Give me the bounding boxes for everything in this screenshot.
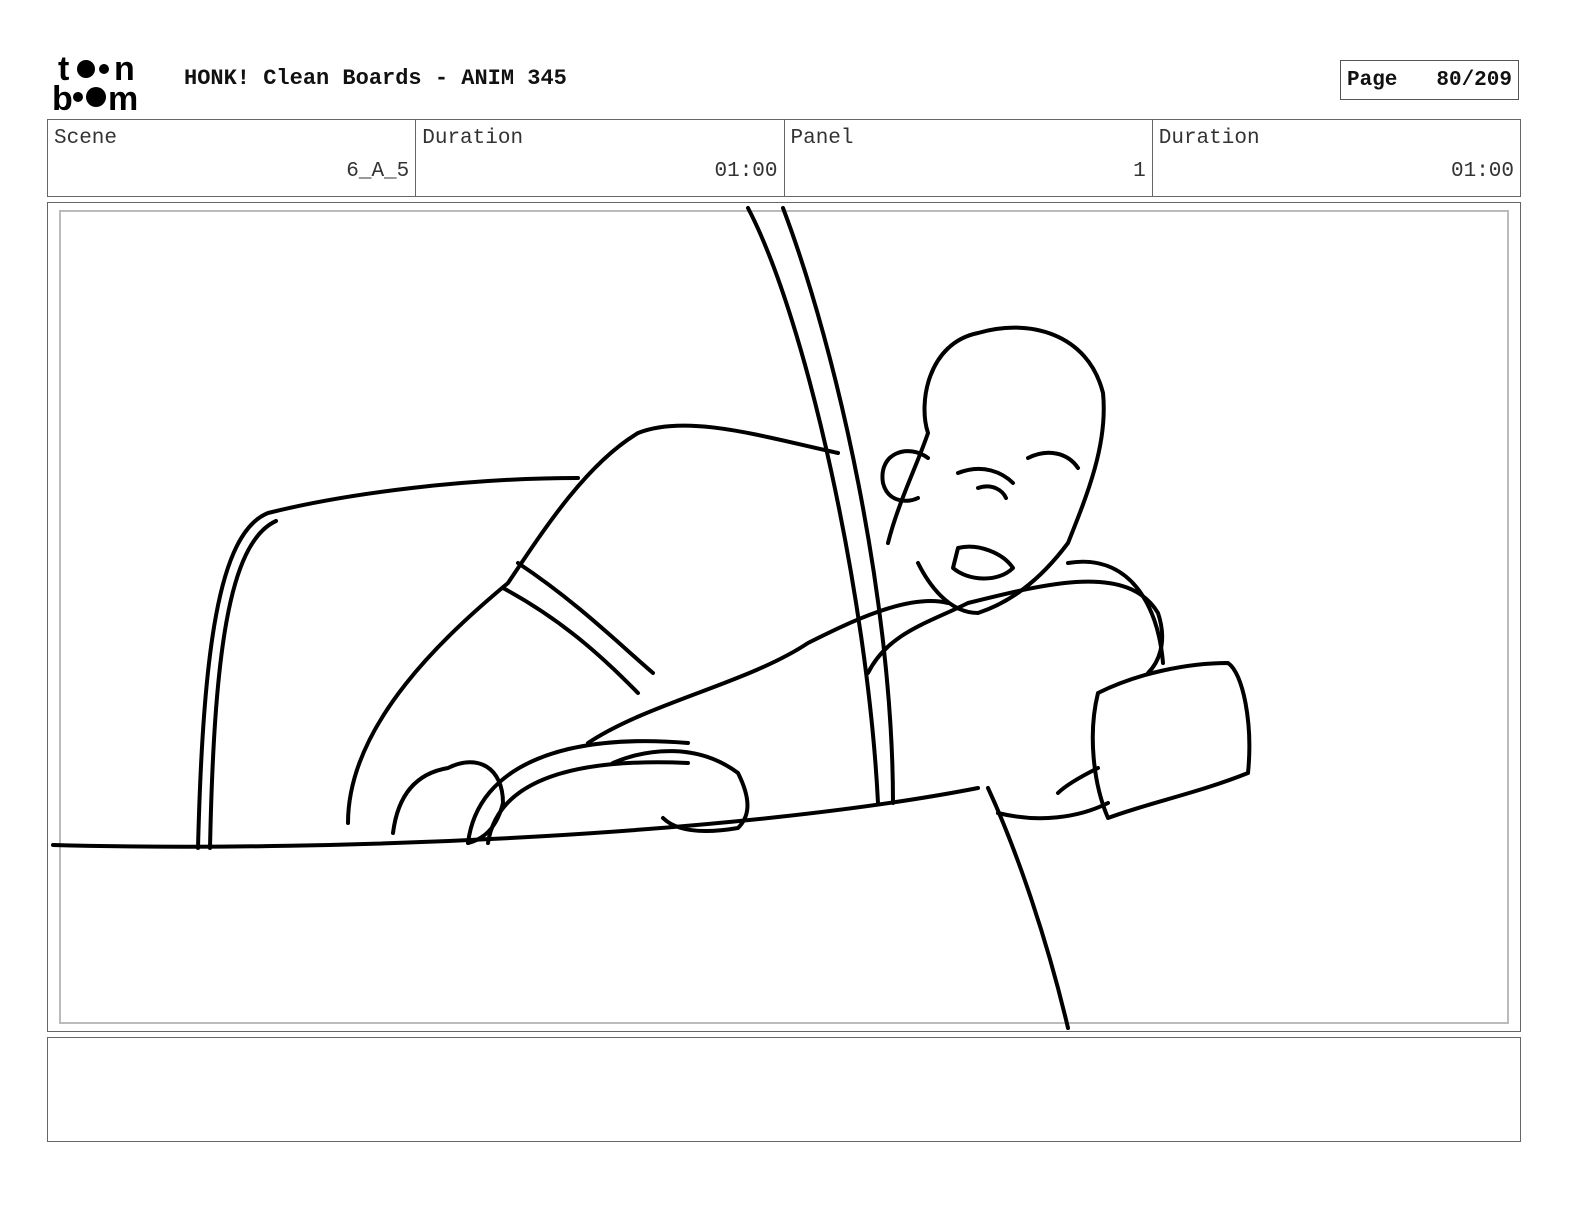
scene-duration-value: 01:00 [714,160,778,183]
panel-drawing [51,206,1252,1030]
toon-boom-logo: t n b m [52,50,138,112]
panel-label: Panel [790,127,854,150]
panel-info-table: Scene 6_A_5 Duration 01:00 Panel 1 Durat… [47,119,1521,197]
notes-box [47,1037,1521,1142]
page-label: Page [1347,68,1398,92]
svg-text:m: m [108,80,138,112]
scene-duration-label: Duration [422,127,524,150]
document-title: HONK! Clean Boards - ANIM 345 [184,66,567,91]
scene-label: Scene [54,127,118,150]
svg-text:b: b [52,80,73,112]
scene-cell: Scene 6_A_5 [48,120,417,196]
panel-value: 1 [1133,160,1146,183]
page-number: 80/209 [1436,68,1512,92]
storyboard-panel [47,202,1521,1032]
panel-duration-cell: Duration 01:00 [1153,120,1520,196]
scene-duration-cell: Duration 01:00 [416,120,785,196]
scene-value: 6_A_5 [346,160,410,183]
panel-duration-value: 01:00 [1450,160,1514,183]
panel-duration-label: Duration [1158,127,1260,150]
panel-cell: Panel 1 [785,120,1153,196]
page-indicator: Page 80/209 [1340,60,1519,100]
